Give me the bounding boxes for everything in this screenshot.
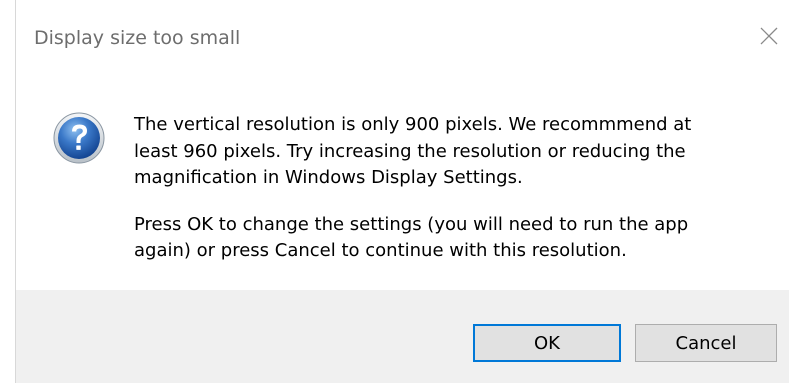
close-icon xyxy=(760,27,778,45)
message-paragraph-1: The vertical resolution is only 900 pixe… xyxy=(134,114,692,188)
dialog-message: The vertical resolution is only 900 pixe… xyxy=(134,112,774,265)
message-paragraph-2: Press OK to change the settings (you wil… xyxy=(134,213,689,262)
title-bar[interactable]: Display size too small xyxy=(16,0,789,82)
dialog-title: Display size too small xyxy=(34,27,241,49)
question-icon xyxy=(53,112,105,164)
message-dialog: Display size too small The vertical reso… xyxy=(0,0,789,383)
dialog-footer: OK Cancel xyxy=(16,290,789,383)
dialog-body: The vertical resolution is only 900 pixe… xyxy=(16,82,789,290)
ok-button[interactable]: OK xyxy=(473,324,621,362)
cancel-button[interactable]: Cancel xyxy=(635,324,777,362)
close-button[interactable] xyxy=(749,14,789,58)
